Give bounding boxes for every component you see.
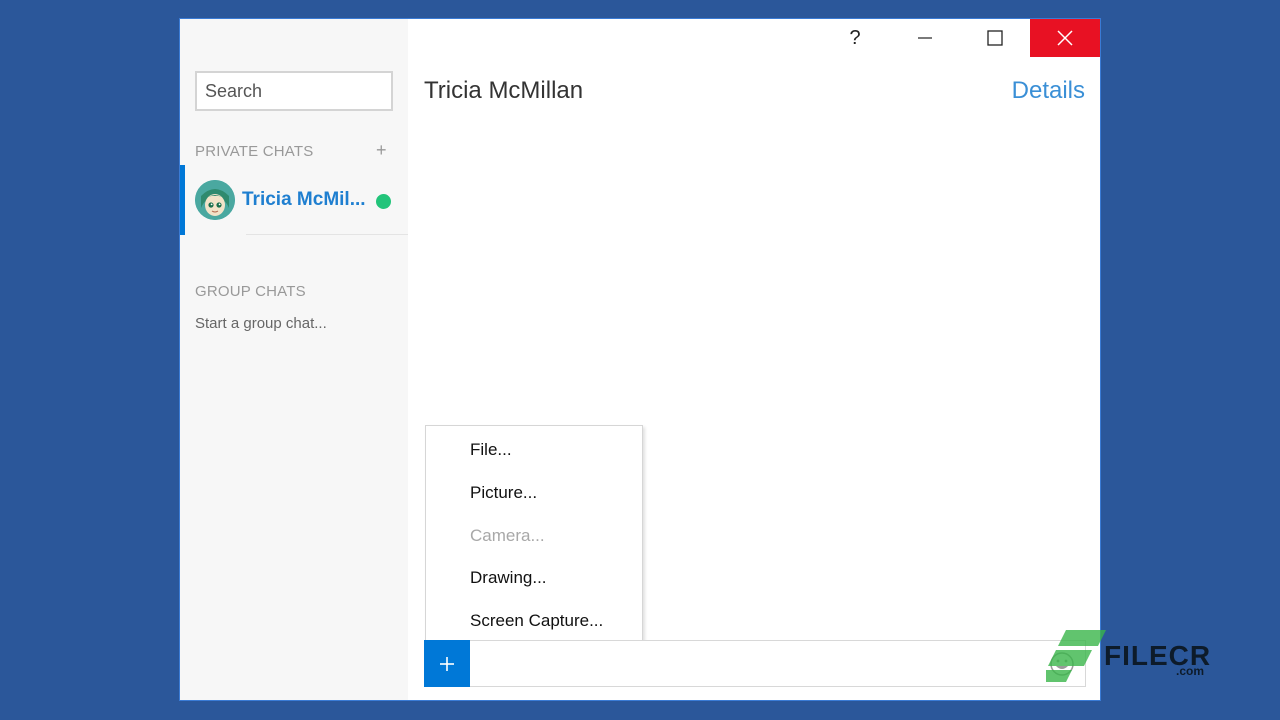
add-attachment-button[interactable] — [424, 640, 470, 687]
selected-indicator — [180, 165, 185, 235]
maximize-icon — [987, 30, 1003, 46]
close-icon — [1057, 30, 1073, 46]
add-private-chat-button[interactable]: + — [376, 141, 387, 159]
menu-item-file[interactable]: File... — [470, 440, 512, 460]
chat-contact-name: Tricia McMil... — [242, 189, 366, 210]
chat-list-item[interactable]: Tricia McMil... — [180, 165, 408, 235]
chat-title: Tricia McMillan — [424, 77, 584, 104]
menu-item-screen-capture[interactable]: Screen Capture... — [470, 611, 603, 631]
close-button[interactable] — [1030, 19, 1100, 57]
minimize-icon — [918, 37, 932, 39]
sidebar: PRIVATE CHATS + Tricia McMil... — [180, 19, 408, 700]
watermark-logo: FILECR .com — [1046, 628, 1216, 684]
message-composer — [424, 640, 1086, 687]
help-button[interactable]: ? — [820, 19, 890, 57]
minimize-button[interactable] — [890, 19, 960, 57]
private-chats-heading: PRIVATE CHATS — [195, 143, 314, 160]
attach-menu: File... Picture... Camera... Drawing... … — [425, 425, 643, 641]
avatar — [195, 180, 235, 220]
watermark-icon — [1046, 630, 1106, 682]
group-chats-heading: GROUP CHATS — [195, 283, 306, 300]
menu-item-picture[interactable]: Picture... — [470, 483, 537, 503]
app-window: PRIVATE CHATS + Tricia McMil... — [179, 18, 1101, 701]
message-input[interactable] — [475, 647, 1035, 681]
divider — [246, 234, 408, 235]
start-group-chat-link[interactable]: Start a group chat... — [195, 315, 327, 332]
menu-item-camera: Camera... — [470, 526, 545, 545]
help-icon: ? — [849, 26, 861, 49]
watermark-suffix: .com — [1176, 664, 1205, 678]
search-input[interactable] — [195, 71, 393, 111]
maximize-button[interactable] — [960, 19, 1030, 57]
add-icon — [440, 656, 454, 671]
menu-item-drawing[interactable]: Drawing... — [470, 568, 547, 588]
online-status-dot — [376, 194, 391, 209]
details-link[interactable]: Details — [1012, 77, 1085, 105]
